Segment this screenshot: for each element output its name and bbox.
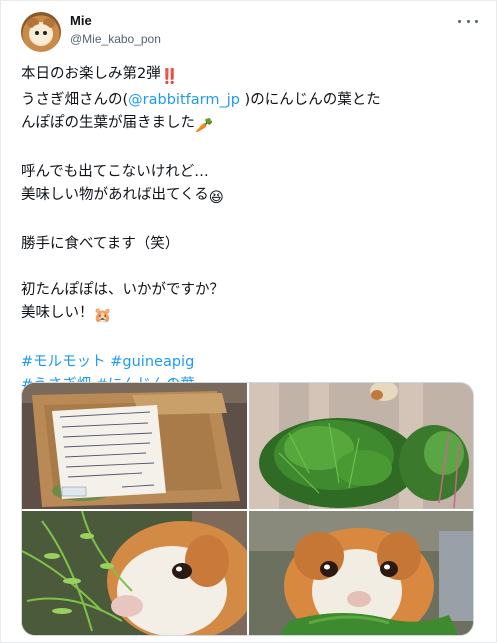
avatar-eye-left [35,31,39,35]
double-exclamation-icon: ‼️ [160,69,179,85]
hamster-face-icon: 🐹 [93,308,112,324]
user-handle[interactable]: @Mie_kabo_pon [70,32,161,46]
avatar[interactable] [21,12,61,52]
display-name[interactable]: Mie [70,13,92,28]
hashtag-link[interactable]: #モルモット [21,354,106,370]
avatar-face [30,24,52,44]
tweet-line-7: 初たんぽぽは、いかがですか？ [21,282,224,298]
photo-guinea-pig-eating-2[interactable] [249,511,473,635]
hashtag-link[interactable]: #guineapig [110,354,194,370]
photo-greens-pile[interactable] [249,383,473,509]
photo-guinea-pig-svg-1 [22,511,247,635]
media-grid [21,382,474,636]
avatar-eye-right [43,31,47,35]
laughing-face-icon: 😆 [208,190,224,206]
tweet-text: 本日のお楽しみ第2弾‼️ うさぎ畑さんの(@rabbitfarm_jp )のにん… [21,63,481,397]
carrot-icon: 🥕 [195,118,214,134]
tweet-card: Mie @Mie_kabo_pon 本日のお楽しみ第2弾‼️ うさぎ畑さんの(@… [0,0,497,643]
hashtag-line-1: #モルモット #guineapig [21,351,481,374]
tweet-line-6: 勝手に食べてます（笑） [21,236,180,252]
photo-guinea-pig-svg-2 [249,511,473,635]
photo-box-with-note[interactable] [22,383,247,509]
tweet-line-2: うさぎ畑さんの(@rabbitfarm_jp )のにんじんの葉とた [21,92,381,108]
tweet-line-5: 美味しい物があれば出てくる😆 [21,184,481,210]
mention-link[interactable]: @rabbitfarm_jp [128,92,240,108]
more-options-icon[interactable] [458,13,478,29]
tweet-line-8: 美味しい！🐹 [21,302,481,328]
photo-guinea-pig-eating-1[interactable] [22,511,247,635]
photo-box-svg [22,383,247,509]
tweet-line-4: 呼んでも出てこないけれど… [21,164,209,180]
photo-greens-svg [249,383,473,509]
tweet-line-1: 本日のお楽しみ第2弾‼️ [21,63,481,89]
tweet-line-3: んぽぽの生葉が届きました🥕 [21,112,481,138]
